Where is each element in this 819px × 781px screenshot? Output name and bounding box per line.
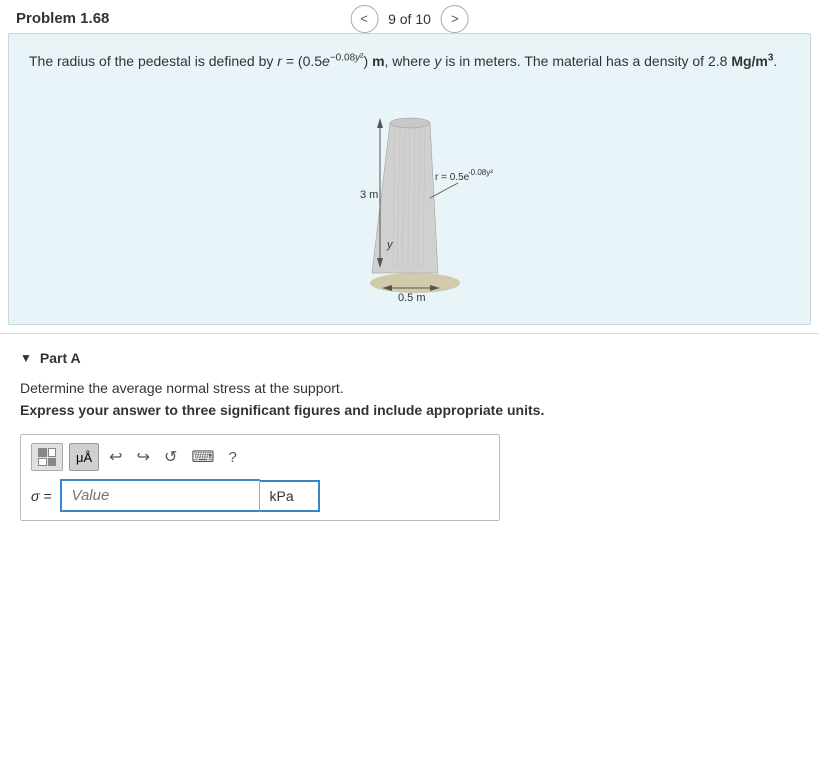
part-instruction-bold: Express your answer to three significant… [20, 402, 799, 418]
part-instruction: Determine the average normal stress at t… [20, 380, 799, 396]
mu-button[interactable]: μÅ [69, 443, 99, 471]
prev-button[interactable]: < [350, 5, 378, 33]
answer-box: μÅ ↩ ↪ ↺ ⌨ ? σ = kPa [20, 434, 500, 521]
label-05m: 0.5 m [398, 292, 426, 304]
next-button[interactable]: > [441, 5, 469, 33]
problem-title: Problem 1.68 [16, 10, 109, 27]
answer-toolbar: μÅ ↩ ↪ ↺ ⌨ ? [31, 443, 489, 471]
matrix-cell-3 [38, 458, 47, 467]
undo-button[interactable]: ↩ [105, 443, 126, 471]
pedestal-figure: 3 m 0.5 m y r = 0.5e -0.08y² [300, 88, 520, 308]
answer-row: σ = kPa [31, 479, 489, 512]
value-input[interactable] [60, 479, 260, 512]
part-a-section: ▼ Part A Determine the average normal st… [0, 333, 819, 537]
nav-counter: 9 of 10 [388, 11, 431, 27]
matrix-button[interactable] [31, 443, 63, 471]
part-a-header: Part A [40, 350, 81, 366]
redo-button[interactable]: ↪ [133, 443, 154, 471]
refresh-button[interactable]: ↺ [160, 443, 181, 471]
problem-content-area: The radius of the pedestal is defined by… [8, 33, 811, 325]
label-r: r = 0.5e [435, 172, 470, 183]
matrix-icon [38, 448, 56, 466]
collapse-arrow[interactable]: ▼ [20, 351, 32, 365]
keyboard-button[interactable]: ⌨ [187, 443, 218, 471]
figure-container: 3 m 0.5 m y r = 0.5e -0.08y² [29, 88, 790, 308]
matrix-cell-4 [48, 458, 57, 467]
problem-text: The radius of the pedestal is defined by… [29, 50, 790, 72]
sigma-label: σ = [31, 488, 52, 504]
label-r-exp: -0.08y² [468, 168, 493, 177]
matrix-cell-1 [38, 448, 47, 457]
label-3m: 3 m [360, 189, 378, 201]
unit-display: kPa [260, 480, 320, 512]
help-button[interactable]: ? [228, 449, 236, 466]
matrix-cell-2 [48, 448, 57, 457]
